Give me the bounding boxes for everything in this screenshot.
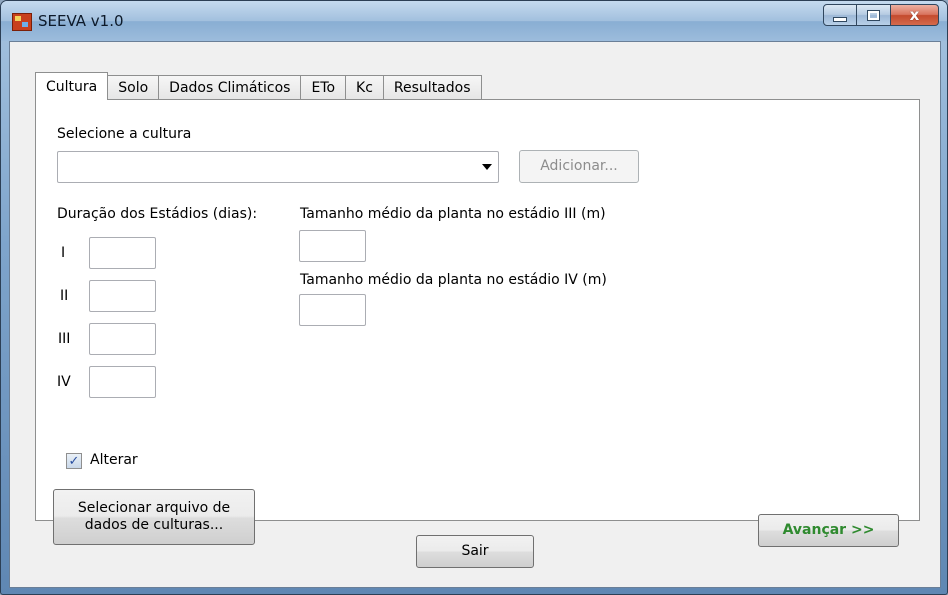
tab-eto[interactable]: ETo: [300, 75, 347, 100]
title-bar[interactable]: SEEVA v1.0 x: [1, 1, 947, 41]
app-icon: [12, 13, 32, 31]
crop-select[interactable]: [57, 151, 499, 183]
alterar-checkbox[interactable]: ✓: [66, 453, 82, 469]
tab-dados-climaticos[interactable]: Dados Climáticos: [158, 75, 302, 100]
tab-solo[interactable]: Solo: [107, 75, 160, 100]
size-stage-iii-label: Tamanho médio da planta no estádio III (…: [300, 206, 606, 222]
tab-cultura[interactable]: Cultura: [35, 72, 109, 100]
close-button[interactable]: x: [891, 4, 939, 26]
select-crop-label: Selecione a cultura: [57, 126, 192, 142]
maximize-icon: [867, 9, 880, 21]
alterar-label[interactable]: Alterar: [90, 452, 138, 468]
app-window: SEEVA v1.0 x Cultura Solo Dados Climátic…: [0, 0, 948, 595]
client-area: Cultura Solo Dados Climáticos ETo Kc Res…: [9, 41, 941, 588]
select-crop-file-line2: dados de culturas...: [84, 517, 224, 533]
stage-iv-input[interactable]: [89, 366, 156, 398]
stage-i-label: I: [61, 245, 66, 261]
exit-button[interactable]: Sair: [416, 535, 534, 568]
minimize-button[interactable]: [823, 4, 857, 26]
size-stage-iii-input[interactable]: [299, 230, 366, 262]
stage-ii-input[interactable]: [89, 280, 156, 312]
stage-iii-label: III: [58, 331, 71, 347]
select-crop-file-line1: Selecionar arquivo de: [77, 500, 231, 516]
stage-iv-label: IV: [57, 374, 71, 390]
stage-i-input[interactable]: [89, 237, 156, 269]
cultura-panel: Selecione a cultura Adicionar... Duração…: [35, 99, 920, 547]
tab-strip: Cultura Solo Dados Climáticos ETo Kc Res…: [35, 72, 482, 100]
stage-duration-label: Duração dos Estádios (dias):: [57, 206, 258, 222]
tab-resultados[interactable]: Resultados: [382, 75, 482, 100]
size-stage-iv-label: Tamanho médio da planta no estádio IV (m…: [300, 272, 607, 288]
stage-iii-input[interactable]: [89, 323, 156, 355]
size-stage-iv-input[interactable]: [299, 294, 366, 326]
next-button[interactable]: Avançar >>: [758, 514, 899, 547]
select-crop-file-button[interactable]: Selecionar arquivo de dados de culturas.…: [53, 489, 255, 545]
add-crop-button[interactable]: Adicionar...: [519, 150, 639, 183]
chevron-down-icon[interactable]: [482, 164, 492, 170]
checkmark-icon: ✓: [68, 453, 80, 469]
tab-kc[interactable]: Kc: [345, 75, 384, 100]
window-title: SEEVA v1.0: [38, 12, 124, 30]
minimize-icon: [833, 16, 847, 22]
stage-ii-label: II: [60, 288, 69, 304]
maximize-button[interactable]: [857, 4, 891, 26]
close-icon: x: [909, 6, 920, 24]
window-controls: x: [823, 4, 939, 26]
